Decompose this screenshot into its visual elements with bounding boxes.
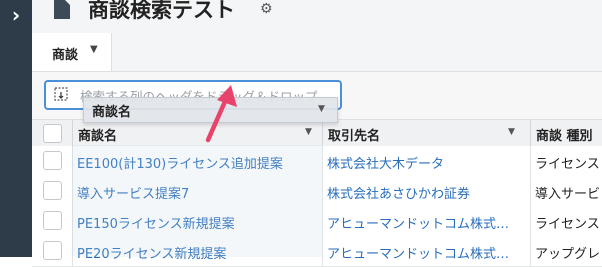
opportunity-link[interactable]: PE150ライセンス新規提案 <box>77 213 235 232</box>
select-all-checkbox[interactable] <box>43 124 62 143</box>
column-header-type[interactable]: 商談 種別 <box>530 120 602 147</box>
account-link[interactable]: 株式会社あさひかわ証券 <box>327 183 470 202</box>
name-cell: PE150ライセンス新規提案 <box>72 206 323 236</box>
account-link[interactable]: 株式会社大木データ <box>327 153 444 172</box>
type-cell: ライセンス <box>530 206 602 236</box>
type-value: アップグレ <box>535 247 601 262</box>
select-all-column <box>32 120 73 147</box>
toolbar: 商談 ▼ <box>32 33 602 72</box>
row-select-cell <box>32 146 73 176</box>
account-link[interactable]: アヒューマンドットコム株式… <box>327 213 509 232</box>
type-cell: 導入サービ <box>530 176 602 206</box>
row-checkbox[interactable] <box>43 151 62 170</box>
type-value: ライセンス <box>535 217 600 232</box>
group-by-icon <box>54 87 68 101</box>
document-icon <box>54 0 70 19</box>
arrow-icon <box>205 85 237 143</box>
account-cell: 株式会社大木データ <box>322 146 531 176</box>
name-cell: 導入サービス提案7 <box>72 176 323 206</box>
opportunity-link[interactable]: PE20ライセンス新規提案 <box>77 243 226 262</box>
chevron-down-icon: ▼ <box>318 104 325 114</box>
type-cell: アップグレ <box>530 236 602 266</box>
type-value: ライセンス <box>535 157 600 172</box>
table-row[interactable]: PE20ライセンス新規提案 アヒューマンドットコム株式… アップグレ <box>32 236 602 267</box>
column-header-label: 商談名 <box>78 129 118 144</box>
name-cell: PE20ライセンス新規提案 <box>72 236 323 266</box>
row-checkbox[interactable] <box>43 211 62 230</box>
opportunity-link[interactable]: EE100(計130)ライセンス追加提案 <box>77 153 283 172</box>
account-cell: 株式会社あさひかわ証券 <box>322 176 531 206</box>
row-select-cell <box>32 236 73 266</box>
row-checkbox[interactable] <box>43 241 62 260</box>
account-cell: アヒューマンドットコム株式… <box>322 236 531 266</box>
row-select-cell <box>32 176 73 206</box>
account-link[interactable]: アヒューマンドットコム株式… <box>327 243 509 262</box>
row-checkbox[interactable] <box>43 181 62 200</box>
table-row[interactable]: 導入サービス提案7 株式会社あさひかわ証券 導入サービ <box>32 176 602 207</box>
table-row[interactable]: EE100(計130)ライセンス追加提案 株式会社大木データ ライセンス <box>32 146 602 177</box>
type-value: 導入サービ <box>535 187 601 202</box>
dragged-column-label: 商談名 <box>92 105 132 120</box>
left-rail: › <box>0 0 32 257</box>
grid-header: 商談名 ▼ 取引先名 ▼ 商談 種別 <box>32 119 602 148</box>
column-header-label: 取引先名 <box>328 129 381 144</box>
column-header-account[interactable]: 取引先名 ▼ <box>322 120 531 147</box>
tab-label: 商談 <box>52 48 79 63</box>
account-cell: アヒューマンドットコム株式… <box>322 206 531 236</box>
chevron-down-icon[interactable]: ▼ <box>90 44 98 55</box>
opportunity-link[interactable]: 導入サービス提案7 <box>77 183 189 202</box>
table-row[interactable]: PE150ライセンス新規提案 アヒューマンドットコム株式… ライセンス <box>32 206 602 237</box>
chevron-down-icon[interactable]: ▼ <box>305 127 312 137</box>
tab-opportunity[interactable]: 商談 ▼ <box>32 33 112 71</box>
page-title: 商談検索テスト <box>88 0 235 22</box>
column-header-label: 商談 種別 <box>536 129 593 144</box>
row-select-cell <box>32 206 73 236</box>
chevron-down-icon[interactable]: ▼ <box>508 127 515 137</box>
gear-icon[interactable]: ⚙ <box>260 1 273 17</box>
type-cell: ライセンス <box>530 146 602 176</box>
page-header: 商談検索テスト ⚙ <box>32 0 602 34</box>
name-cell: EE100(計130)ライセンス追加提案 <box>72 146 323 176</box>
chevron-right-icon[interactable]: › <box>7 4 25 26</box>
